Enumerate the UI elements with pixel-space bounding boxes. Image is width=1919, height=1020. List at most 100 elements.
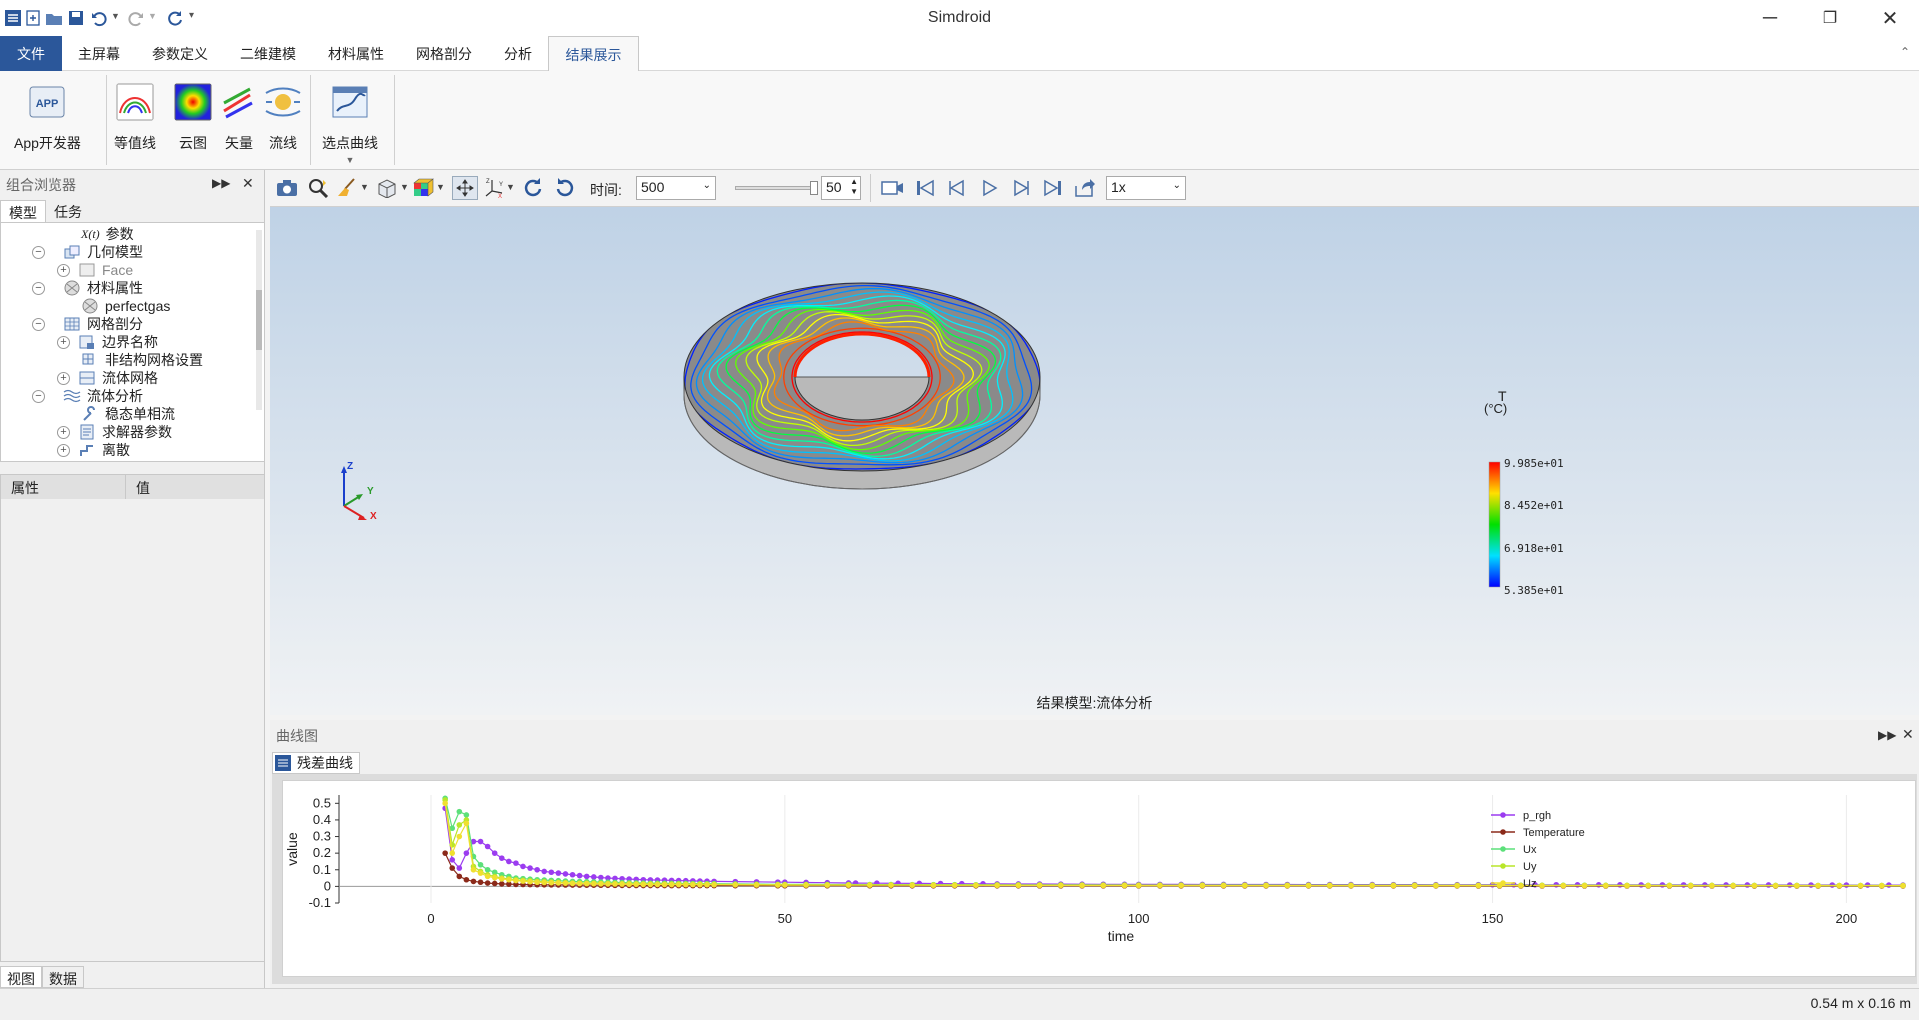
collapse-icon[interactable]: − <box>32 245 45 259</box>
curve-panel-close-icon[interactable]: ✕ <box>1902 726 1914 743</box>
data-point <box>506 876 512 883</box>
expand-icon[interactable]: + <box>57 425 70 439</box>
rotate-left-button[interactable] <box>520 176 546 200</box>
panel-expand-icon[interactable]: ▶▶ <box>212 176 230 190</box>
menu-mesh[interactable]: 网格剖分 <box>400 36 488 71</box>
streamline-button[interactable]: 流线 <box>264 83 302 153</box>
vector-button[interactable]: 矢量 <box>220 83 258 153</box>
contour-button[interactable]: 等值线 <box>114 83 156 153</box>
data-point <box>1857 882 1864 889</box>
next-frame-button[interactable] <box>1008 176 1034 200</box>
tab-view[interactable]: 视图 <box>0 966 42 988</box>
model-tree: X(t) 参数 − 几何模型 + Face − 材料属性 perfectgas − 网格剖… <box>0 222 265 462</box>
panel-header: 组合浏览器 ▶▶ ✕ <box>0 170 265 200</box>
collapse-icon[interactable]: − <box>32 317 45 331</box>
slider-handle[interactable] <box>810 181 818 195</box>
tree-item-discretization[interactable]: + 离散 <box>57 439 130 461</box>
fit-view-button[interactable] <box>452 176 478 200</box>
menu-param-define[interactable]: 参数定义 <box>136 36 224 71</box>
view-cube-button[interactable] <box>374 176 400 200</box>
play-icon <box>983 179 998 197</box>
collapse-ribbon-icon[interactable]: ⌃ <box>1900 45 1910 59</box>
pick-point-curve-button[interactable]: 选点曲线 ▼ <box>322 83 378 165</box>
axis-orientation-button[interactable]: Z Y X <box>482 176 508 200</box>
tree-scrollbar[interactable] <box>256 230 262 410</box>
collapse-icon[interactable]: − <box>32 281 45 295</box>
series-line-uz <box>444 803 1903 887</box>
data-point <box>470 866 477 873</box>
material-icon <box>82 298 98 314</box>
menu-file[interactable]: 文件 <box>0 36 62 71</box>
expand-icon[interactable]: + <box>57 443 70 457</box>
data-point <box>555 880 562 886</box>
data-point <box>704 881 710 888</box>
data-point <box>513 877 519 884</box>
expand-icon[interactable]: + <box>57 335 70 349</box>
data-point <box>449 865 456 871</box>
expand-icon[interactable]: + <box>57 371 70 385</box>
wrench-icon <box>83 406 95 421</box>
clear-button[interactable] <box>334 176 360 200</box>
export-button[interactable] <box>1072 176 1098 200</box>
display-mode-dropdown-icon[interactable]: ▼ <box>436 182 445 192</box>
mesh-icon <box>64 317 80 331</box>
fit-view-icon <box>456 179 474 197</box>
mesh-settings-icon <box>82 353 94 365</box>
legend-label: Uy <box>1523 861 1537 873</box>
data-point <box>463 812 470 818</box>
residual-chart-plot[interactable]: 0 50 100 150 2000.50.40.30.20.10-0.1timevalu… <box>283 781 1917 978</box>
axis-dropdown-icon[interactable]: ▼ <box>506 182 515 192</box>
step-spinbox[interactable]: 50 ▲ ▼ <box>821 176 861 200</box>
menu-home[interactable]: 主屏幕 <box>62 36 136 71</box>
time-select[interactable]: 500 ⌄ <box>636 176 716 200</box>
residual-chart[interactable]: 0 50 100 150 200 0.5 0.4 0.3 0.2 0.1 0 -0.1 time valu… <box>282 780 1916 977</box>
close-button[interactable]: ✕ <box>1860 0 1919 36</box>
3d-viewport[interactable]: T (°C) 9.985e+01 8.452e+01 6.918e+01 5.3… <box>270 207 1919 715</box>
expand-icon[interactable]: + <box>57 263 70 277</box>
restore-button[interactable]: ❐ <box>1800 0 1860 36</box>
fluid-analysis-icon <box>63 389 81 403</box>
result-model-render[interactable] <box>270 207 1919 715</box>
rotate-right-button[interactable] <box>552 176 578 200</box>
menu-2d-modeling[interactable]: 二维建模 <box>224 36 312 71</box>
menu-material[interactable]: 材料属性 <box>312 36 400 71</box>
zoom-select-button[interactable] <box>306 176 332 200</box>
cloud-map-button[interactable]: 云图 <box>174 83 212 153</box>
function-icon: X(t) <box>81 226 100 241</box>
minimize-button[interactable]: ─ <box>1740 0 1800 36</box>
colored-cube-icon <box>413 178 434 197</box>
tab-model[interactable]: 模型 <box>0 200 46 222</box>
view-cube-dropdown-icon[interactable]: ▼ <box>400 182 409 192</box>
data-point <box>753 882 760 888</box>
spin-arrows-icon[interactable]: ▲ ▼ <box>850 177 858 197</box>
first-frame-button[interactable] <box>912 176 938 200</box>
menu-results[interactable]: 结果展示 <box>548 36 639 72</box>
data-point <box>647 881 654 888</box>
pick-curve-dropdown-icon[interactable]: ▼ <box>346 155 355 165</box>
data-point <box>562 871 569 877</box>
tab-task[interactable]: 任务 <box>46 200 90 222</box>
speed-select[interactable]: 1x ⌄ <box>1106 176 1186 200</box>
record-video-button[interactable] <box>880 176 906 200</box>
time-slider[interactable] <box>735 181 818 195</box>
tab-data[interactable]: 数据 <box>42 966 84 988</box>
app-developer-button[interactable]: APP App开发器 <box>14 83 81 153</box>
svg-text:X: X <box>498 194 502 199</box>
last-frame-button[interactable] <box>1040 176 1066 200</box>
left-bottom-tabs: 视图 数据 <box>0 966 84 988</box>
data-point <box>491 850 498 856</box>
display-mode-button[interactable] <box>410 176 436 200</box>
collapse-icon[interactable]: − <box>32 389 45 403</box>
curve-panel-expand-icon[interactable]: ▶▶ <box>1878 728 1896 742</box>
clear-dropdown-icon[interactable]: ▼ <box>360 182 369 192</box>
data-point <box>824 882 831 888</box>
previous-frame-button[interactable] <box>944 176 970 200</box>
data-point <box>477 838 484 845</box>
screenshot-button[interactable] <box>274 176 300 200</box>
menu-analysis[interactable]: 分析 <box>488 36 548 71</box>
tab-residual-curve[interactable]: 残差曲线 <box>272 752 360 774</box>
panel-close-icon[interactable]: ✕ <box>242 175 254 192</box>
play-button[interactable] <box>976 176 1002 200</box>
magnifier-icon <box>309 179 329 198</box>
axis-x-label: X <box>370 511 377 522</box>
